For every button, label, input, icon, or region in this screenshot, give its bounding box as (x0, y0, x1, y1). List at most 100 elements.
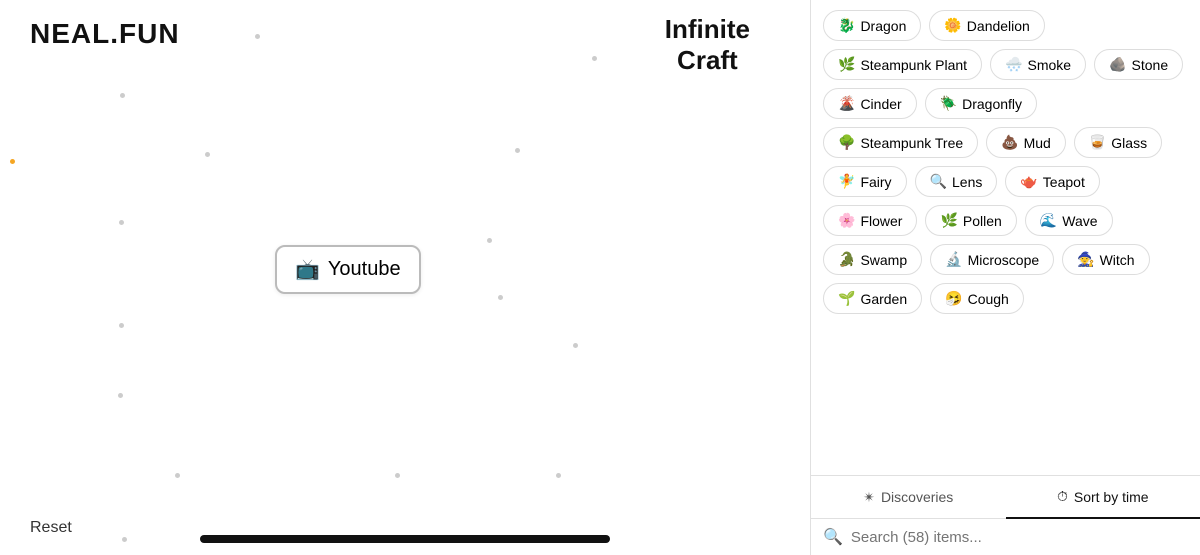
search-input[interactable] (851, 529, 1188, 546)
item-label: Teapot (1043, 174, 1085, 190)
item-label: Cinder (860, 96, 901, 112)
item-emoji: 🌿 (940, 212, 957, 229)
youtube-emoji: 📺 (295, 257, 320, 282)
item-emoji: 🌿 (838, 56, 855, 73)
item-chip-fairy[interactable]: 🧚 Fairy (823, 166, 907, 197)
item-chip-teapot[interactable]: 🫖 Teapot (1005, 166, 1099, 197)
decorative-dot (119, 323, 124, 328)
decorative-dot (515, 148, 520, 153)
decorative-dot (556, 473, 561, 478)
item-chip-dragon[interactable]: 🐉 Dragon (823, 10, 921, 41)
item-chip-microscope[interactable]: 🔬 Microscope (930, 244, 1054, 275)
item-label: Wave (1062, 213, 1097, 229)
bottom-bar (200, 535, 610, 543)
item-label: Mud (1024, 135, 1051, 151)
item-label: Stone (1132, 57, 1169, 73)
items-list: 🐉 Dragon 🌼 Dandelion 🌿 Steampunk Plant 🌨️ Smoke… (811, 0, 1200, 475)
search-icon: 🔍 (823, 527, 843, 547)
item-label: Dragon (860, 18, 906, 34)
item-label: Cough (968, 291, 1009, 307)
reset-button[interactable]: Reset (30, 519, 72, 537)
item-label: Pollen (963, 213, 1002, 229)
decorative-dot (487, 238, 492, 243)
item-emoji: 🪲 (940, 95, 957, 112)
logo: NEAL.FUN (30, 18, 180, 50)
item-emoji: 🥃 (1089, 134, 1106, 151)
item-chip-witch[interactable]: 🧙 Witch (1062, 244, 1149, 275)
item-emoji: 🌋 (838, 95, 855, 112)
item-emoji: 🐊 (838, 251, 855, 268)
item-label: Fairy (860, 174, 891, 190)
item-chip-cinder[interactable]: 🌋 Cinder (823, 88, 917, 119)
item-label: Dragonfly (962, 96, 1022, 112)
item-emoji: 💩 (1001, 134, 1018, 151)
canvas-item-youtube[interactable]: 📺 Youtube (275, 245, 421, 294)
item-label: Flower (860, 213, 902, 229)
sort-icon: ⏱ (1057, 488, 1068, 505)
item-label: Steampunk Plant (860, 57, 967, 73)
decorative-dot (118, 393, 123, 398)
item-label: Lens (952, 174, 982, 190)
tab-discoveries[interactable]: ✴ Discoveries (811, 476, 1006, 518)
sidebar-footer: ✴ Discoveries ⏱ Sort by time 🔍 (811, 475, 1200, 555)
item-chip-steampunk-tree[interactable]: 🌳 Steampunk Tree (823, 127, 978, 158)
tab-sort-by-time[interactable]: ⏱ Sort by time (1006, 476, 1200, 519)
item-chip-cough[interactable]: 🤧 Cough (930, 283, 1024, 314)
discoveries-icon: ✴ (863, 489, 875, 506)
decorative-dot (498, 295, 503, 300)
item-label: Steampunk Tree (860, 135, 963, 151)
item-emoji: 🌊 (1040, 212, 1057, 229)
discoveries-label: Discoveries (881, 489, 953, 505)
item-emoji: 🔬 (945, 251, 962, 268)
item-emoji: 🌸 (838, 212, 855, 229)
decorative-dot (10, 159, 15, 164)
item-label: Garden (860, 291, 907, 307)
app-title: Infinite Craft (665, 14, 750, 76)
item-label: Witch (1100, 252, 1135, 268)
item-chip-steampunk-plant[interactable]: 🌿 Steampunk Plant (823, 49, 982, 80)
decorative-dot (205, 152, 210, 157)
item-chip-dragonfly[interactable]: 🪲 Dragonfly (925, 88, 1037, 119)
decorative-dot (175, 473, 180, 478)
sidebar: 🐉 Dragon 🌼 Dandelion 🌿 Steampunk Plant 🌨️ Smoke… (810, 0, 1200, 555)
item-chip-dandelion[interactable]: 🌼 Dandelion (929, 10, 1045, 41)
item-chip-glass[interactable]: 🥃 Glass (1074, 127, 1162, 158)
decorative-dot (395, 473, 400, 478)
decorative-dot (122, 537, 127, 542)
decorative-dot (592, 56, 597, 61)
item-emoji: 🧚 (838, 173, 855, 190)
sort-label: Sort by time (1074, 489, 1149, 505)
item-chip-flower[interactable]: 🌸 Flower (823, 205, 917, 236)
item-label: Microscope (968, 252, 1040, 268)
item-emoji: 🌨️ (1005, 56, 1022, 73)
canvas-area: NEAL.FUN Infinite Craft 📺 Youtube Reset (0, 0, 810, 555)
item-label: Dandelion (967, 18, 1030, 34)
item-emoji: 🌳 (838, 134, 855, 151)
item-label: Smoke (1028, 57, 1072, 73)
decorative-dot (255, 34, 260, 39)
item-chip-mud[interactable]: 💩 Mud (986, 127, 1066, 158)
item-chip-pollen[interactable]: 🌿 Pollen (925, 205, 1016, 236)
item-emoji: 🧙 (1077, 251, 1094, 268)
item-emoji: 🤧 (945, 290, 962, 307)
item-emoji: 🔍 (930, 173, 947, 190)
item-label: Swamp (860, 252, 907, 268)
item-emoji: 🌱 (838, 290, 855, 307)
item-chip-wave[interactable]: 🌊 Wave (1025, 205, 1113, 236)
item-label: Glass (1111, 135, 1147, 151)
decorative-dot (573, 343, 578, 348)
item-chip-stone[interactable]: 🪨 Stone (1094, 49, 1183, 80)
item-emoji: 🫖 (1020, 173, 1037, 190)
search-bar: 🔍 (811, 519, 1200, 555)
youtube-label: Youtube (328, 258, 401, 281)
item-chip-swamp[interactable]: 🐊 Swamp (823, 244, 922, 275)
decorative-dot (119, 220, 124, 225)
item-emoji: 🪨 (1109, 56, 1126, 73)
decorative-dot (120, 93, 125, 98)
item-emoji: 🐉 (838, 17, 855, 34)
item-emoji: 🌼 (944, 17, 961, 34)
item-chip-smoke[interactable]: 🌨️ Smoke (990, 49, 1086, 80)
item-chip-garden[interactable]: 🌱 Garden (823, 283, 922, 314)
item-chip-lens[interactable]: 🔍 Lens (915, 166, 998, 197)
tab-bar: ✴ Discoveries ⏱ Sort by time (811, 476, 1200, 519)
